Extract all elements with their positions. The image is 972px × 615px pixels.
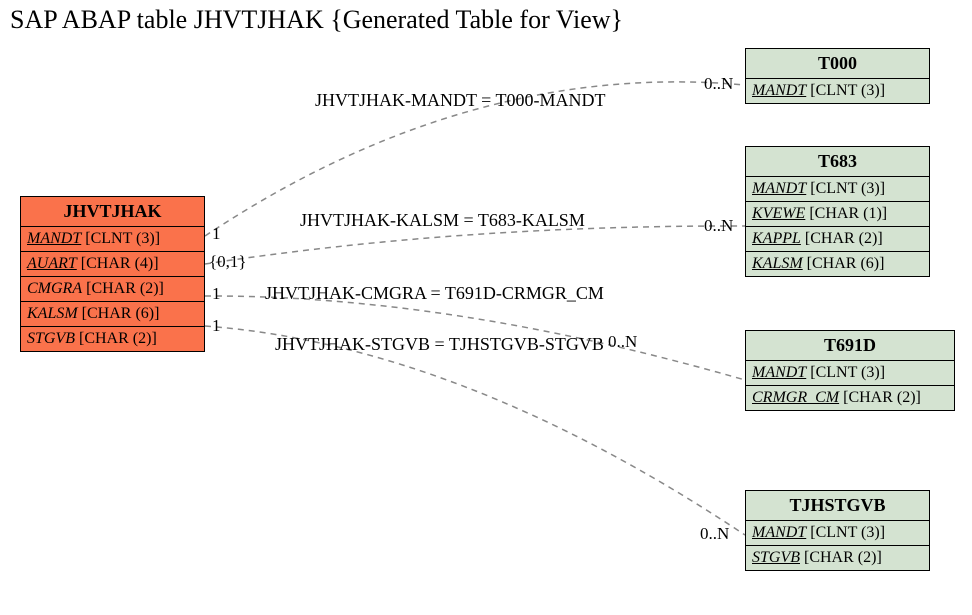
entity-field: CMGRA [CHAR (2)]: [21, 277, 204, 302]
entity-title: T000: [746, 49, 929, 79]
entity-field: STGVB [CHAR (2)]: [746, 546, 929, 570]
cardinality-right: 0..N: [700, 524, 729, 544]
diagram-stage: SAP ABAP table JHVTJHAK {Generated Table…: [0, 0, 972, 615]
entity-field: AUART [CHAR (4)]: [21, 252, 204, 277]
page-title: SAP ABAP table JHVTJHAK {Generated Table…: [10, 5, 623, 35]
cardinality-left: 1: [212, 316, 221, 336]
entity-field: MANDT [CLNT (3)]: [746, 79, 929, 103]
entity-tjhstgvb: TJHSTGVB MANDT [CLNT (3)]STGVB [CHAR (2)…: [745, 490, 930, 571]
entity-field: KVEWE [CHAR (1)]: [746, 202, 929, 227]
entity-field: MANDT [CLNT (3)]: [21, 227, 204, 252]
cardinality-left: {0,1}: [209, 252, 247, 272]
cardinality-right: 0..N: [704, 74, 733, 94]
relation-label: JHVTJHAK-KALSM = T683-KALSM: [300, 210, 585, 231]
entity-field: MANDT [CLNT (3)]: [746, 361, 954, 386]
entity-t000: T000 MANDT [CLNT (3)]: [745, 48, 930, 104]
entity-title: JHVTJHAK: [21, 197, 204, 227]
entity-field: CRMGR_CM [CHAR (2)]: [746, 386, 954, 410]
relation-label: JHVTJHAK-CMGRA = T691D-CRMGR_CM: [265, 283, 604, 304]
entity-title: T691D: [746, 331, 954, 361]
entity-jhvtjhak: JHVTJHAK MANDT [CLNT (3)]AUART [CHAR (4)…: [20, 196, 205, 352]
entity-title: T683: [746, 147, 929, 177]
entity-field: KALSM [CHAR (6)]: [21, 302, 204, 327]
relation-label: JHVTJHAK-MANDT = T000-MANDT: [315, 90, 605, 111]
entity-field: MANDT [CLNT (3)]: [746, 521, 929, 546]
cardinality-left: 1: [212, 284, 221, 304]
entity-t691d: T691D MANDT [CLNT (3)]CRMGR_CM [CHAR (2)…: [745, 330, 955, 411]
entity-t683: T683 MANDT [CLNT (3)]KVEWE [CHAR (1)]KAP…: [745, 146, 930, 277]
relation-label: JHVTJHAK-STGVB = TJHSTGVB-STGVB: [275, 334, 604, 355]
entity-field: STGVB [CHAR (2)]: [21, 327, 204, 351]
entity-field: KALSM [CHAR (6)]: [746, 252, 929, 276]
entity-field: MANDT [CLNT (3)]: [746, 177, 929, 202]
cardinality-right: 0..N: [608, 332, 637, 352]
entity-field: KAPPL [CHAR (2)]: [746, 227, 929, 252]
cardinality-left: 1: [212, 224, 221, 244]
entity-title: TJHSTGVB: [746, 491, 929, 521]
cardinality-right: 0..N: [704, 216, 733, 236]
